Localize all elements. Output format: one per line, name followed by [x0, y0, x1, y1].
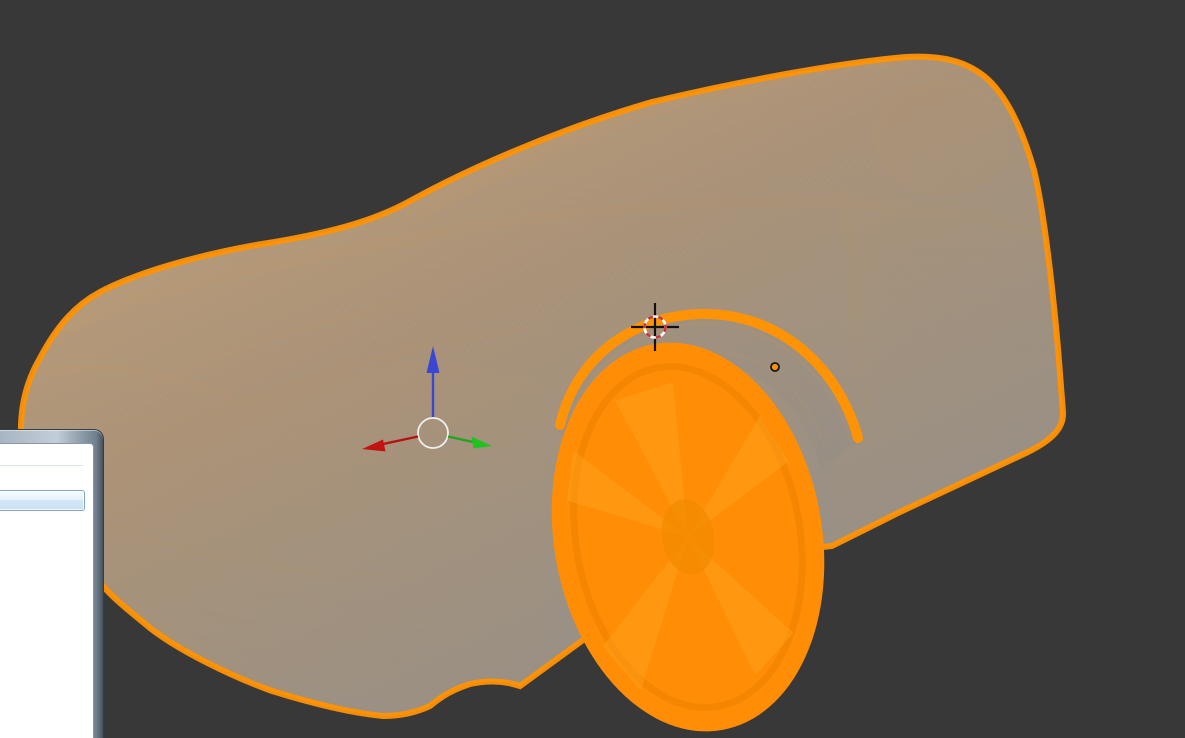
dialog-body	[0, 443, 94, 738]
viewport-canvas[interactable]	[0, 0, 1185, 738]
dialog-button[interactable]	[0, 490, 85, 511]
origin-marker-icon	[770, 362, 780, 372]
car-mesh-object[interactable]	[0, 0, 1185, 738]
dialog-window-fragment	[0, 429, 104, 738]
viewport-3d[interactable]	[0, 0, 1185, 738]
dialog-divider	[0, 465, 83, 466]
car-silhouette-outline	[21, 57, 1063, 716]
